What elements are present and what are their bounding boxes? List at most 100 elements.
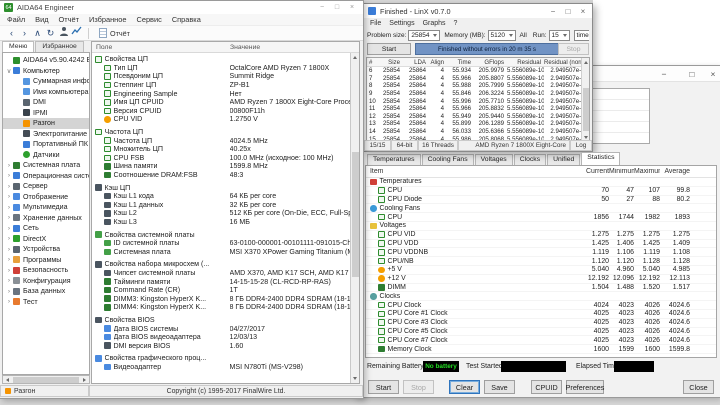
column-header[interactable]: Average [660, 168, 690, 175]
column-header[interactable]: Current [558, 168, 609, 175]
menu-item[interactable]: Справка [167, 15, 206, 24]
tree-item[interactable]: Имя компьютера [3, 87, 89, 98]
expand-arrow-icon[interactable]: › [5, 246, 13, 253]
sensor-row[interactable]: +12 V 12.192 12.096 12.192 12.113 [366, 275, 716, 284]
column-header[interactable]: Time [447, 59, 474, 66]
scroll-up-icon[interactable] [351, 53, 359, 62]
close-button[interactable]: Close [683, 380, 714, 394]
column-header[interactable]: Residual [507, 59, 544, 66]
tree-item[interactable]: › Мультимедиа [3, 202, 89, 213]
menu-item[interactable]: Graphs [419, 20, 450, 27]
tree-item[interactable]: › Сервер [3, 181, 89, 192]
section-header-row[interactable]: Свойства графического проц... [92, 354, 350, 363]
tree-item[interactable]: › Операционная система [3, 171, 89, 182]
results-scrollbar[interactable] [581, 58, 589, 141]
tab-temperatures[interactable]: Temperatures [367, 154, 421, 165]
menu-item[interactable]: Избранное [84, 15, 131, 24]
result-row[interactable]: 13 25854 25864 4 55.899 206.1289 5.556089e-10 2… [367, 120, 589, 128]
result-row[interactable]: 8 25854 25864 4 55.988 205.7999 5.556089e-10 2.… [367, 82, 589, 90]
sensor-row[interactable]: Memory Clock 1600 1599 1600 1599.8 [366, 345, 716, 354]
expand-arrow-icon[interactable]: › [5, 204, 13, 211]
section-header-row[interactable]: Свойства системной платы [92, 230, 350, 239]
minimize-icon[interactable]: − [657, 66, 671, 81]
tree-item[interactable]: Суммарная информация [3, 76, 89, 87]
minimize-icon[interactable]: − [315, 1, 329, 14]
main-vscrollbar[interactable] [350, 53, 359, 383]
expand-arrow-icon[interactable]: › [5, 267, 13, 274]
sensor-row[interactable]: CPU 70 47 107 99.8 [366, 187, 716, 196]
section-header-row[interactable]: Свойства набора микросхем (... [92, 260, 350, 269]
field-row[interactable]: Соотношение DRAM:FSB 48:3 [92, 171, 350, 180]
sensor-row[interactable]: CPU Core #3 Clock 4025 4023 4026 4024.6 [366, 319, 716, 328]
tree-item[interactable]: › DirectX [3, 234, 89, 245]
sensor-row[interactable]: +5 V 5.040 4.960 5.040 4.985 [366, 266, 716, 275]
result-row[interactable]: 9 25854 25864 4 55.846 206.3224 5.556089e-10 2.… [367, 90, 589, 98]
field-row[interactable]: Версия CPUID 00800F11h [92, 107, 350, 116]
expand-arrow-icon[interactable]: › [5, 298, 13, 305]
field-row[interactable]: Кэш L2 512 КБ per core (On-Die, ECC, Full… [92, 209, 350, 218]
sensor-row[interactable]: DIMM 1.504 1.488 1.520 1.517 [366, 284, 716, 293]
result-row[interactable]: 10 25854 25864 4 55.996 205.7710 5.556089e-10 2… [367, 97, 589, 105]
field-column-header[interactable]: Поле [92, 44, 230, 51]
expand-arrow-icon[interactable]: › [5, 193, 13, 200]
maximize-icon[interactable]: □ [685, 66, 699, 81]
column-header[interactable]: # [367, 59, 377, 66]
tree-item[interactable]: › Сеть [3, 223, 89, 234]
expand-arrow-icon[interactable]: › [5, 172, 13, 179]
field-row[interactable]: Тип ЦП OctalCore AMD Ryzen 7 1800X [92, 64, 350, 73]
tree-item[interactable]: › Отображение [3, 192, 89, 203]
expand-arrow-icon[interactable]: › [5, 225, 13, 232]
tree-item[interactable]: Портативный ПК [3, 139, 89, 150]
tab-menu[interactable]: Меню [2, 41, 35, 52]
result-row[interactable]: 6 25854 25864 4 55.934 205.9979 5.556089e-10 2.… [367, 67, 589, 75]
tree-item[interactable]: AIDA64 v5.90.4242 Beta [3, 55, 89, 66]
field-row[interactable]: Кэш L1 данных 32 КБ per core [92, 201, 350, 210]
tree-item[interactable]: Электропитание [3, 129, 89, 140]
stop-button[interactable]: Stop [558, 43, 589, 55]
expand-arrow-icon[interactable]: › [5, 288, 13, 295]
forward-icon[interactable]: › [18, 27, 31, 40]
field-row[interactable]: DIMM4: Kingston HyperX K... 8 ГБ DDR4-240… [92, 303, 350, 312]
sensor-row[interactable]: CPU Core #1 Clock 4025 4023 4026 4024.6 [366, 310, 716, 319]
sensor-row[interactable]: CPU Core #7 Clock 4025 4023 4026 4024.6 [366, 336, 716, 346]
memory-select[interactable]: 5120 [487, 30, 516, 41]
value-column-header[interactable]: Значение [230, 44, 260, 51]
field-row[interactable]: Дата BIOS системы 04/27/2017 [92, 324, 350, 333]
tree-item[interactable]: DMI [3, 97, 89, 108]
sensor-row[interactable]: CPU Clock 4024 4023 4026 4024.6 [366, 301, 716, 310]
tree-item[interactable]: Датчики [3, 150, 89, 161]
menu-item[interactable]: ? [450, 20, 462, 27]
expand-arrow-icon[interactable]: › [5, 256, 13, 263]
back-icon[interactable]: ‹ [5, 27, 18, 40]
field-row[interactable]: Видеоадаптер MSI N780Ti (MS-V298) [92, 363, 350, 372]
tab-voltages[interactable]: Voltages [474, 154, 513, 165]
tree-item[interactable]: › База данных [3, 286, 89, 297]
column-header[interactable]: LDA [403, 59, 429, 66]
tree-item[interactable]: Разгон [3, 118, 89, 129]
report-button[interactable]: Отчёт [94, 27, 135, 40]
sensor-row[interactable]: CPU Core #5 Clock 4025 4023 4026 4024.6 [366, 328, 716, 337]
minimize-icon[interactable]: − [546, 4, 560, 18]
field-row[interactable]: ID системной платы 63-0100-000001-0010111… [92, 239, 350, 248]
field-row[interactable]: Шина памяти 1599.8 MHz [92, 162, 350, 171]
cpuid-button[interactable]: CPUID [531, 380, 562, 394]
result-row[interactable]: 7 25854 25864 4 55.966 205.8807 5.556089e-10 2.… [367, 75, 589, 83]
start-button[interactable]: Start [368, 380, 399, 394]
menu-item[interactable]: File [366, 20, 385, 27]
sensor-row[interactable]: CPU VID 1.275 1.275 1.275 1.275 [366, 231, 716, 240]
expand-arrow-icon[interactable]: › [5, 277, 13, 284]
user-icon[interactable] [57, 26, 70, 40]
field-row[interactable]: Дата BIOS видеоадаптера 12/03/13 [92, 333, 350, 342]
chart-icon[interactable] [70, 26, 83, 40]
up-icon[interactable]: ∧ [31, 27, 44, 40]
expand-arrow-icon[interactable]: › [5, 214, 13, 221]
field-row[interactable]: Степпинг ЦП ZP-B1 [92, 81, 350, 90]
tree-item[interactable]: › Конфигурация [3, 276, 89, 287]
column-header[interactable]: Align [429, 59, 447, 66]
result-row[interactable]: 11 25854 25864 4 55.966 205.8832 5.556089e-10 2… [367, 105, 589, 113]
tree-item[interactable]: ∨ Компьютер [3, 66, 89, 77]
section-header-row[interactable]: Частота ЦП [92, 128, 350, 137]
sensor-row[interactable]: CPU Diode 50 27 88 80.2 [366, 196, 716, 205]
log-button[interactable]: Log [570, 140, 592, 151]
run-count-select[interactable]: 15 [548, 30, 570, 41]
